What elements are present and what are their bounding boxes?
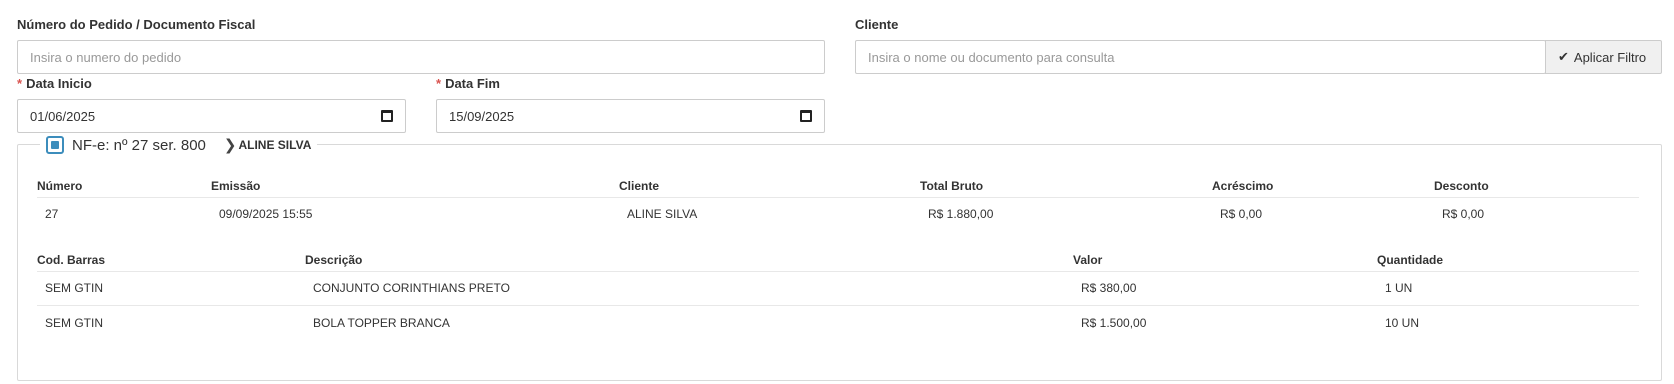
cell-quantidade: 10 UN	[1385, 316, 1420, 330]
col-header-quantidade: Quantidade	[1377, 253, 1444, 267]
check-icon: ✔	[1558, 49, 1569, 64]
nfe-title: NF-e: nº 27 ser. 800	[72, 136, 206, 154]
cell-quantidade: 1 UN	[1385, 281, 1413, 295]
apply-filter-label: Aplicar Filtro	[1573, 49, 1647, 65]
end-date-label: * Data Fim	[436, 76, 500, 91]
start-date-value: 01/06/2025	[30, 108, 96, 124]
col-header-total-bruto: Total Bruto	[920, 179, 984, 193]
order-number-label: Número do Pedido / Documento Fiscal	[17, 17, 256, 32]
divider	[37, 271, 1639, 272]
cell-acrescimo: R$ 0,00	[1220, 207, 1263, 221]
end-date-value: 15/09/2025	[449, 108, 515, 124]
cell-desconto: R$ 0,00	[1442, 207, 1485, 221]
nfe-client-name: ALINE SILVA	[238, 138, 312, 152]
col-header-numero: Número	[37, 179, 83, 193]
apply-filter-button[interactable]: ✔ Aplicar Filtro	[1545, 40, 1662, 74]
cell-valor: R$ 380,00	[1081, 281, 1137, 295]
start-date-input[interactable]: 01/06/2025	[17, 99, 406, 133]
col-header-emissao: Emissão	[211, 179, 261, 193]
start-date-label: * Data Inicio	[17, 76, 92, 91]
cell-cod-barras: SEM GTIN	[45, 281, 104, 295]
cell-emissao: 09/09/2025 15:55	[219, 207, 313, 221]
client-search-input[interactable]: Insira o nome ou documento para consulta	[855, 40, 1546, 74]
col-header-descricao: Descrição	[305, 253, 363, 267]
cell-cliente: ALINE SILVA	[627, 207, 698, 221]
chevron-right-icon[interactable]: ❯	[224, 136, 237, 154]
col-header-cod-barras: Cod. Barras	[37, 253, 106, 267]
cell-descricao: BOLA TOPPER BRANCA	[313, 316, 450, 330]
nfe-panel-header: NF-e: nº 27 ser. 800 ❯ ALINE SILVA	[40, 134, 318, 156]
checkbox-icon[interactable]	[46, 136, 64, 154]
calendar-icon[interactable]	[381, 110, 393, 122]
col-header-desconto: Desconto	[1434, 179, 1489, 193]
order-number-input[interactable]: Insira o numero do pedido	[17, 40, 825, 74]
required-mark: *	[436, 76, 442, 91]
end-date-label-text: Data Fim	[445, 76, 500, 91]
required-mark: *	[17, 76, 23, 91]
col-header-acrescimo: Acréscimo	[1212, 179, 1274, 193]
col-header-valor: Valor	[1073, 253, 1103, 267]
end-date-input[interactable]: 15/09/2025	[436, 99, 825, 133]
cell-numero: 27	[45, 207, 59, 221]
cell-descricao: CONJUNTO CORINTHIANS PRETO	[313, 281, 510, 295]
calendar-icon[interactable]	[800, 110, 812, 122]
divider	[37, 305, 1639, 306]
cell-total-bruto: R$ 1.880,00	[928, 207, 994, 221]
cell-cod-barras: SEM GTIN	[45, 316, 104, 330]
client-label: Cliente	[855, 17, 899, 32]
col-header-cliente: Cliente	[619, 179, 660, 193]
start-date-label-text: Data Inicio	[26, 76, 92, 91]
divider	[37, 197, 1639, 198]
cell-valor: R$ 1.500,00	[1081, 316, 1147, 330]
